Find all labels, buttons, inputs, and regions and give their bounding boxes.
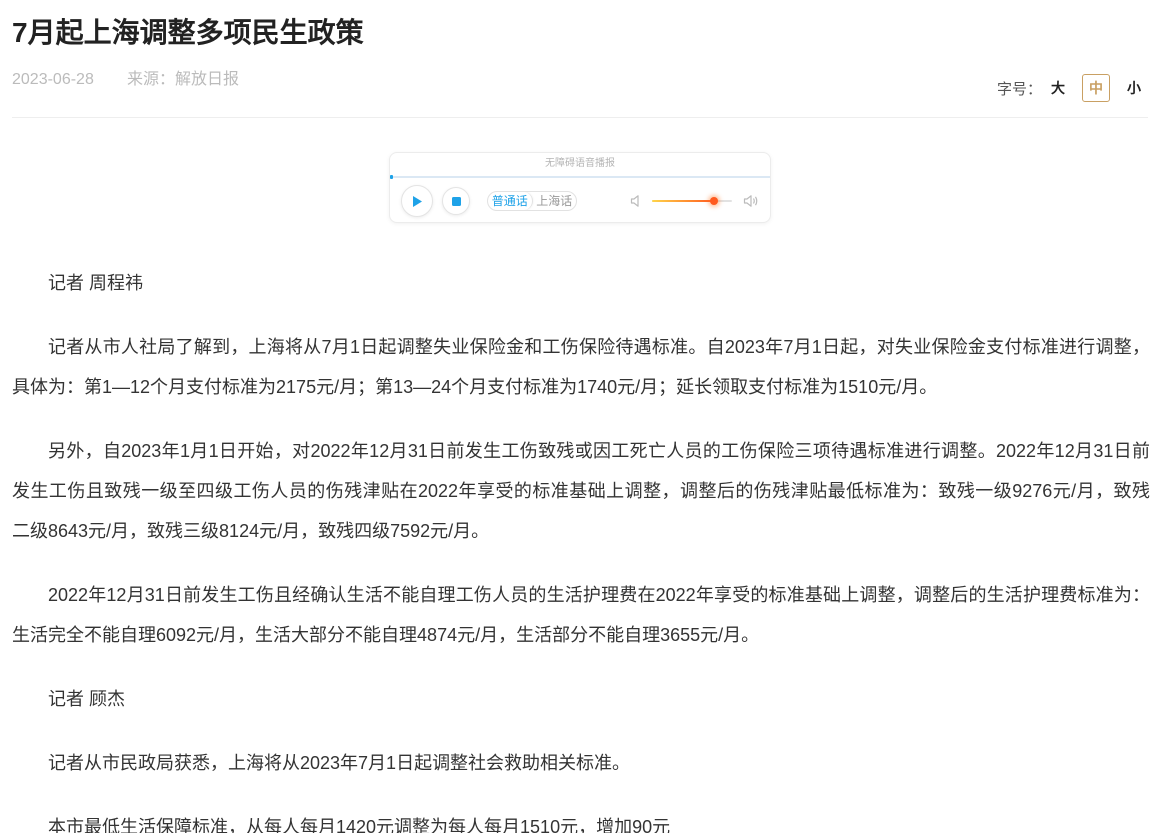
progress-track[interactable] [390, 175, 770, 179]
volume-fill [652, 200, 715, 202]
article-meta: 2023-06-28 来源：解放日报 [12, 69, 239, 91]
volume-slider[interactable] [652, 197, 732, 205]
header-divider [12, 117, 1148, 118]
paragraph-line: 记者 周程祎 [48, 273, 144, 293]
paragraph-line: 记者 顾杰 [48, 689, 126, 709]
font-size-option-medium[interactable]: 中 [1082, 74, 1110, 102]
play-button[interactable] [401, 185, 433, 217]
paragraph-line: 生活完全不能自理6092元/月，生活大部分不能自理4874元/月，生活部分不能自… [12, 625, 760, 645]
volume-knob[interactable] [710, 197, 719, 205]
paragraph: 另外，自2023年1月1日开始，对2022年12月31日前发生工伤致残或因工死亡… [12, 431, 1150, 551]
stop-button[interactable] [442, 187, 470, 215]
article-source: 来源：解放日报 [127, 71, 240, 88]
volume-high-icon [743, 195, 758, 207]
page-title: 7月起上海调整多项民生政策 [12, 17, 364, 48]
paragraph: 2022年12月31日前发生工伤且经确认生活不能自理工伤人员的生活护理费在202… [12, 575, 1150, 655]
volume-low-icon [630, 195, 639, 207]
byline: 记者 顾杰 [12, 679, 1150, 719]
paragraph-line: 2022年12月31日前发生工伤且经确认生活不能自理工伤人员的生活护理费在202… [48, 585, 1150, 605]
article-page: 7月起上海调整多项民生政策 2023-06-28 来源：解放日报 字号： 大 中 … [0, 0, 1171, 833]
audio-player-title: 无障碍语音播报 [545, 158, 615, 169]
language-toggle: 普通话 上海话 [487, 191, 577, 211]
paragraph-line: 二级8643元/月，致残三级8124元/月，致残四级7592元/月。 [12, 521, 490, 541]
paragraph: 记者从市人社局了解到，上海将从7月1日起调整失业保险金和工伤保险待遇标准。自20… [12, 327, 1150, 407]
progress-handle[interactable] [390, 175, 393, 179]
language-option-mandarin[interactable]: 普通话 [488, 192, 533, 210]
play-icon [413, 195, 422, 207]
paragraph: 记者从市民政局获悉，上海将从2023年7月1日起调整社会救助相关标准。 [12, 743, 1150, 783]
paragraph-line: 另外，自2023年1月1日开始，对2022年12月31日前发生工伤致残或因工死亡… [48, 441, 1150, 461]
font-size-option-small[interactable]: 小 [1120, 74, 1148, 102]
font-size-option-large[interactable]: 大 [1044, 74, 1072, 102]
publish-date: 2023-06-28 [12, 71, 94, 88]
language-option-shanghainese[interactable]: 上海话 [533, 192, 577, 210]
paragraph: 本市最低生活保障标准，从每人每月1420元调整为每人每月1510元，增加90元 [12, 807, 1150, 833]
stop-icon [451, 196, 461, 206]
paragraph-line: 具体为：第1—12个月支付标准为2175元/月；第13—24个月支付标准为174… [12, 377, 938, 397]
byline: 记者 周程祎 [12, 263, 1150, 303]
audio-player: 无障碍语音播报 普通话 上海话 [389, 152, 771, 223]
paragraph-line: 本市最低生活保障标准，从每人每月1420元调整为每人每月1510元，增加90元 [48, 817, 671, 833]
paragraph-line: 记者从市民政局获悉，上海将从2023年7月1日起调整社会救助相关标准。 [48, 753, 631, 773]
font-size-control: 字号： 大 中 小 [997, 74, 1148, 102]
article-body: 记者 周程祎 记者从市人社局了解到，上海将从7月1日起调整失业保险金和工伤保险待… [12, 263, 1150, 833]
paragraph-line: 发生工伤且致残一级至四级工伤人员的伤残津贴在2022年享受的标准基础上调整，调整… [12, 481, 1150, 501]
font-size-label: 字号： [997, 80, 1043, 98]
paragraph-line: 记者从市人社局了解到，上海将从7月1日起调整失业保险金和工伤保险待遇标准。自20… [48, 337, 1150, 357]
